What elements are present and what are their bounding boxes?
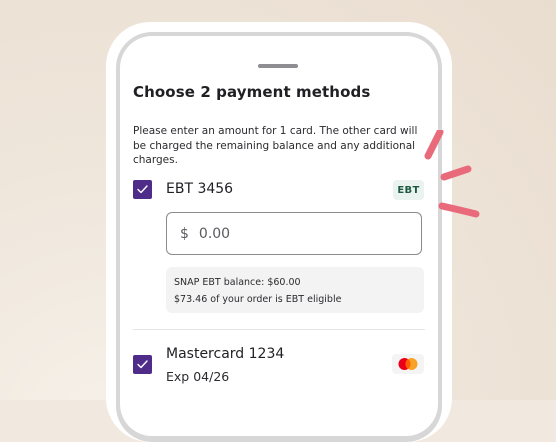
divider: [133, 329, 425, 330]
ebt-info-box: SNAP EBT balance: $60.00 $73.46 of your …: [166, 267, 424, 313]
mastercard-checkbox[interactable]: [133, 355, 152, 374]
currency-symbol: $: [180, 225, 189, 242]
sheet-instructions: Please enter an amount for 1 card. The o…: [133, 125, 418, 166]
sheet-title: Choose 2 payment methods: [133, 83, 371, 101]
mastercard-card-name: Mastercard 1234: [166, 346, 285, 362]
ebt-amount-input[interactable]: [198, 225, 379, 242]
sheet-drag-handle[interactable]: [258, 64, 298, 68]
ebt-card-name: EBT 3456: [166, 181, 234, 197]
ebt-eligible-text: $73.46 of your order is EBT eligible: [174, 294, 342, 305]
payment-sheet: Choose 2 payment methods Please enter an…: [120, 36, 438, 436]
checkmark-icon: [137, 185, 148, 194]
mastercard-expiry: Exp 04/26: [166, 369, 230, 384]
snap-balance-text: SNAP EBT balance: $60.00: [174, 277, 301, 288]
accent-marks-icon: [424, 130, 480, 218]
ebt-checkbox[interactable]: [133, 180, 152, 199]
ebt-amount-field[interactable]: $: [166, 212, 422, 255]
mastercard-logo-icon: [392, 354, 424, 374]
checkmark-icon: [137, 360, 148, 369]
